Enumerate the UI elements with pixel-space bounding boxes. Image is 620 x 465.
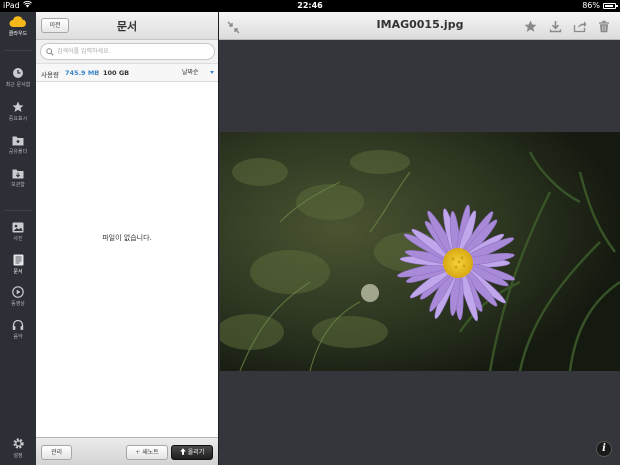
- chevron-down-icon: [210, 71, 214, 74]
- sidebar-item-label: 중요표시: [8, 116, 28, 122]
- usage-used: 745.9 MB: [65, 69, 100, 77]
- sidebar-item-label: 문서: [13, 269, 23, 275]
- usage-separator: /: [97, 69, 100, 77]
- sidebar-item-settings[interactable]: 설정: [0, 437, 36, 459]
- battery-percent: 86%: [582, 1, 600, 10]
- info-button[interactable]: i: [596, 441, 612, 457]
- clock-time: 22:46: [297, 1, 323, 10]
- sort-label: 날짜순: [182, 69, 199, 76]
- search-icon: [46, 48, 54, 56]
- sidebar-item-shared[interactable]: 공유폴더: [0, 135, 36, 155]
- usage-total: 100 GB: [103, 69, 130, 77]
- document-panel: 이전 문서 사용량 745.9 MB / 100 GB 날짜순 파일이 없습니다…: [36, 12, 218, 465]
- document-icon: [13, 254, 23, 266]
- app-sidebar: 클라우드 최근 문서함 중요표시 공유폴더 보관함 사진 문서 동영상 음악 설…: [0, 12, 36, 465]
- star-icon[interactable]: [524, 18, 537, 37]
- share-icon[interactable]: [573, 18, 587, 37]
- sidebar-item-label: 사진: [13, 236, 23, 242]
- shared-folder-icon: [12, 136, 24, 146]
- new-note-button[interactable]: + 새노트: [126, 445, 168, 460]
- cloud-logo-icon: [9, 16, 26, 27]
- archive-icon: [12, 169, 24, 179]
- sidebar-item-label: 음악: [13, 334, 23, 340]
- sidebar-item-videos[interactable]: 동영상: [0, 286, 36, 307]
- sidebar-item-label: 설정: [13, 453, 23, 459]
- star-icon: [12, 101, 24, 112]
- battery-icon: [603, 3, 618, 9]
- sidebar-item-documents[interactable]: 문서: [0, 254, 36, 275]
- image-viewer: IMAG0015.jpg i: [218, 12, 620, 465]
- storage-usage-bar: 사용량 745.9 MB / 100 GB 날짜순: [36, 64, 218, 82]
- usage-label: 사용량: [41, 71, 59, 79]
- upload-label: 올리기: [187, 449, 205, 456]
- video-icon: [12, 286, 24, 298]
- sidebar-item-archive[interactable]: 보관함: [0, 168, 36, 188]
- sidebar-brand[interactable]: 클라우드: [0, 16, 36, 37]
- plus-icon: +: [135, 449, 141, 456]
- empty-state-message: 파일이 없습니다.: [102, 234, 152, 242]
- status-bar: iPad 22:46 86%: [0, 0, 620, 12]
- document-panel-header: 이전 문서: [36, 12, 218, 40]
- gear-icon: [12, 438, 24, 449]
- page-title: 문서: [116, 20, 138, 33]
- sidebar-item-starred[interactable]: 중요표시: [0, 101, 36, 122]
- manage-button[interactable]: 관리: [41, 445, 72, 460]
- brand-label: 클라우드: [8, 31, 28, 37]
- headphones-icon: [12, 319, 24, 330]
- sidebar-item-label: 공유폴더: [8, 149, 28, 155]
- upload-button[interactable]: 올리기: [171, 445, 213, 460]
- sidebar-item-recent[interactable]: 최근 문서함: [0, 67, 36, 88]
- battery-fill: [605, 5, 613, 7]
- sidebar-item-label: 동영상: [11, 301, 25, 307]
- search-input[interactable]: [57, 46, 207, 57]
- clock-icon: [13, 68, 23, 78]
- sidebar-item-music[interactable]: 음악: [0, 319, 36, 340]
- search-bar: [36, 40, 218, 64]
- trash-icon[interactable]: [598, 18, 610, 37]
- document-panel-footer: 관리 + 새노트 올리기: [36, 437, 218, 465]
- sidebar-divider: [4, 210, 32, 211]
- download-icon[interactable]: [549, 18, 562, 37]
- upload-arrow-icon: [179, 448, 186, 455]
- photo-icon: [12, 222, 24, 233]
- sidebar-item-photos[interactable]: 사진: [0, 222, 36, 242]
- photo-preview[interactable]: [220, 132, 620, 371]
- sidebar-item-label: 최근 문서함: [5, 82, 31, 88]
- sidebar-item-label: 보관함: [11, 182, 25, 188]
- viewer-header: IMAG0015.jpg: [219, 12, 620, 40]
- sort-dropdown[interactable]: 날짜순: [182, 67, 214, 78]
- search-field[interactable]: [40, 43, 215, 60]
- new-note-label: 새노트: [142, 449, 159, 456]
- sidebar-divider: [4, 50, 32, 51]
- photo-image: [220, 132, 620, 371]
